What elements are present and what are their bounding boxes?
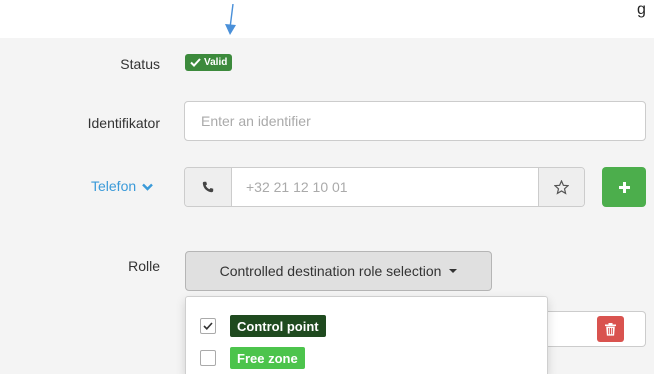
identifier-input[interactable]: [184, 101, 646, 141]
role-option-checkbox[interactable]: [200, 318, 216, 334]
checkmark-icon: [190, 58, 201, 67]
delete-button[interactable]: [597, 316, 624, 342]
role-option-free-zone[interactable]: Free zone: [200, 347, 305, 369]
phone-icon: [202, 181, 214, 193]
identifier-label: Identifikator: [87, 115, 160, 131]
status-label: Status: [120, 56, 160, 72]
role-option-checkbox[interactable]: [200, 350, 216, 366]
cropped-edge-text: g: [637, 1, 646, 18]
role-selection-dropdown-button[interactable]: Controlled destination role selection: [185, 251, 492, 291]
role-option-tag: Control point: [230, 315, 326, 337]
add-phone-button[interactable]: [602, 167, 646, 207]
top-strip: g: [0, 0, 654, 38]
role-option-tag: Free zone: [230, 347, 305, 369]
telefon-label: Telefon: [91, 178, 137, 194]
phone-input[interactable]: [232, 168, 538, 206]
favorite-phone-button[interactable]: [538, 168, 584, 206]
chevron-down-icon: [142, 183, 153, 191]
role-dropdown-menu: Control point Free zone: [185, 296, 548, 374]
page: g Status Valid Identifikator Telefon: [0, 0, 654, 374]
status-badge: Valid: [185, 54, 233, 71]
phone-input-group: [184, 167, 585, 207]
status-badge-text: Valid: [204, 57, 228, 68]
role-option-control-point[interactable]: Control point: [200, 315, 326, 337]
background-input-row: [545, 311, 646, 347]
checkmark-icon: [203, 322, 213, 330]
caret-down-icon: [449, 269, 458, 273]
role-selection-button-label: Controlled destination role selection: [219, 263, 442, 279]
star-icon: [554, 179, 569, 195]
phone-addon: [185, 168, 232, 206]
plus-icon: [618, 181, 630, 193]
telefon-dropdown-link[interactable]: Telefon: [91, 178, 153, 194]
annotation-arrow-icon: [225, 4, 236, 35]
trash-icon: [605, 322, 616, 336]
role-label: Rolle: [128, 258, 160, 274]
